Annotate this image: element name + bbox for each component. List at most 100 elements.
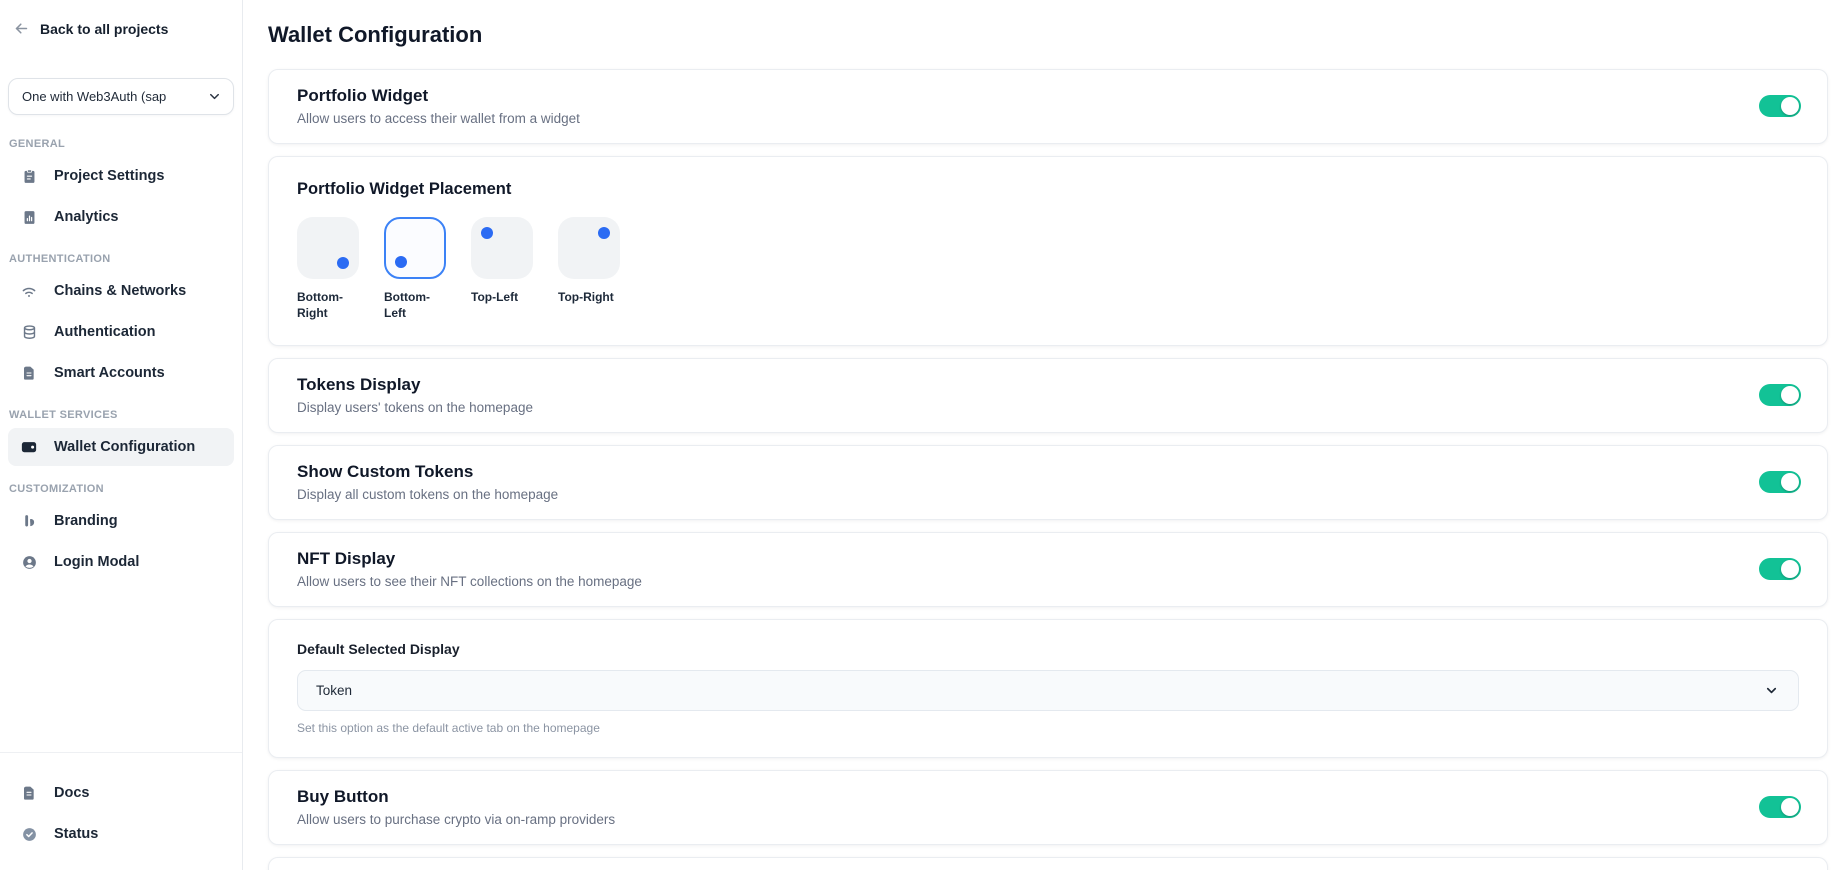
sidebar-item-label: Chains & Networks <box>54 283 186 299</box>
card-description: Allow users to see their NFT collections… <box>297 574 642 589</box>
chevron-down-icon <box>207 89 222 104</box>
sidebar-item-label: Analytics <box>54 209 118 225</box>
sidebar-item-label: Docs <box>54 785 89 801</box>
card-title: Show Custom Tokens <box>297 462 558 482</box>
sidebar-item-label: Authentication <box>54 324 156 340</box>
sidebar-item-docs[interactable]: Docs <box>8 774 234 812</box>
placement-option-top-left[interactable]: Top-Left <box>471 217 535 321</box>
placement-option-bottom-right[interactable]: Bottom-Right <box>297 217 361 321</box>
project-selector[interactable]: One with Web3Auth (sap <box>8 78 234 115</box>
placement-option-label: Top-Right <box>558 289 622 305</box>
placement-preview-top-left <box>471 217 533 279</box>
card-title: Buy Button <box>297 787 615 807</box>
sidebar-item-label: Project Settings <box>54 168 164 184</box>
field-label: Default Selected Display <box>297 641 1799 657</box>
sidebar-item-label: Branding <box>54 513 118 529</box>
brush-icon <box>20 513 38 530</box>
show-custom-tokens-text: Show Custom Tokens Display all custom to… <box>297 462 558 502</box>
sidebar-item-label: Status <box>54 826 98 842</box>
default-display-select[interactable]: Token <box>297 670 1799 711</box>
wallet-icon <box>20 438 38 456</box>
project-selector-value: One with Web3Auth (sap <box>22 89 166 104</box>
sidebar-item-label: Login Modal <box>54 554 139 570</box>
card-description: Allow users to purchase crypto via on-ra… <box>297 812 615 827</box>
sidebar-footer: Docs Status <box>0 753 242 870</box>
nft-display-text: NFT Display Allow users to see their NFT… <box>297 549 642 589</box>
placement-option-top-right[interactable]: Top-Right <box>558 217 622 321</box>
placement-option-label: Bottom-Right <box>297 289 361 321</box>
placement-preview-bottom-left <box>384 217 446 279</box>
card-title: Tokens Display <box>297 375 533 395</box>
sidebar-item-login-modal[interactable]: Login Modal <box>8 543 234 581</box>
placement-option-bottom-left[interactable]: Bottom-Left <box>384 217 448 321</box>
toggle-knob <box>1781 386 1799 404</box>
buy-button-text: Buy Button Allow users to purchase crypt… <box>297 787 615 827</box>
tokens-display-card: Tokens Display Display users' tokens on … <box>268 358 1828 433</box>
sidebar-item-wallet-configuration[interactable]: Wallet Configuration <box>8 428 234 466</box>
wifi-icon <box>20 282 38 300</box>
sidebar-item-status[interactable]: Status <box>8 815 234 853</box>
placement-option-label: Top-Left <box>471 289 535 305</box>
clipped-next-card <box>268 857 1828 870</box>
back-to-projects-link[interactable]: Back to all projects <box>0 0 242 37</box>
main-content: Wallet Configuration Portfolio Widget Al… <box>243 0 1840 870</box>
card-title: Portfolio Widget <box>297 86 580 106</box>
sidebar-spacer <box>0 584 242 752</box>
user-circle-icon <box>20 554 38 571</box>
check-circle-icon <box>20 826 38 843</box>
portfolio-widget-toggle[interactable] <box>1759 95 1801 117</box>
toggle-knob <box>1781 473 1799 491</box>
tokens-display-text: Tokens Display Display users' tokens on … <box>297 375 533 415</box>
placement-options: Bottom-Right Bottom-Left Top-Left Top-Ri… <box>297 217 1799 321</box>
toggle-knob <box>1781 97 1799 115</box>
toggle-knob <box>1781 798 1799 816</box>
placement-dot-icon <box>395 256 407 268</box>
card-description: Allow users to access their wallet from … <box>297 111 580 126</box>
tokens-display-toggle[interactable] <box>1759 384 1801 406</box>
show-custom-tokens-card: Show Custom Tokens Display all custom to… <box>268 445 1828 520</box>
default-selected-display-card: Default Selected Display Token Set this … <box>268 619 1828 758</box>
app-window: Back to all projects One with Web3Auth (… <box>0 0 1840 870</box>
sidebar-item-chains-networks[interactable]: Chains & Networks <box>8 272 234 310</box>
arrow-left-icon <box>13 20 30 37</box>
database-icon <box>20 324 38 341</box>
placement-dot-icon <box>337 257 349 269</box>
nft-display-toggle[interactable] <box>1759 558 1801 580</box>
show-custom-tokens-toggle[interactable] <box>1759 471 1801 493</box>
portfolio-widget-placement-card: Portfolio Widget Placement Bottom-Right … <box>268 156 1828 346</box>
sidebar-item-project-settings[interactable]: Project Settings <box>8 157 234 195</box>
portfolio-widget-card: Portfolio Widget Allow users to access t… <box>268 69 1828 144</box>
file-icon <box>20 365 38 381</box>
card-title: NFT Display <box>297 549 642 569</box>
placement-title: Portfolio Widget Placement <box>297 180 1799 199</box>
buy-button-toggle[interactable] <box>1759 796 1801 818</box>
placement-preview-bottom-right <box>297 217 359 279</box>
placement-dot-icon <box>598 227 610 239</box>
placement-preview-top-right <box>558 217 620 279</box>
document-icon <box>20 785 38 801</box>
sidebar-item-branding[interactable]: Branding <box>8 502 234 540</box>
bar-chart-doc-icon <box>20 209 38 226</box>
card-description: Display users' tokens on the homepage <box>297 400 533 415</box>
chevron-down-icon <box>1764 683 1779 698</box>
select-value: Token <box>316 683 352 698</box>
sidebar: Back to all projects One with Web3Auth (… <box>0 0 243 870</box>
placement-option-label: Bottom-Left <box>384 289 448 321</box>
clipboard-icon <box>20 168 38 185</box>
sidebar-nav: GENERAL Project Settings Analytics AUTHE… <box>0 121 242 584</box>
sidebar-item-label: Wallet Configuration <box>54 439 195 455</box>
back-link-label: Back to all projects <box>40 21 168 37</box>
sidebar-item-label: Smart Accounts <box>54 365 165 381</box>
sidebar-item-authentication[interactable]: Authentication <box>8 313 234 351</box>
placement-dot-icon <box>481 227 493 239</box>
sidebar-item-analytics[interactable]: Analytics <box>8 198 234 236</box>
section-label-general: GENERAL <box>9 138 242 150</box>
card-description: Display all custom tokens on the homepag… <box>297 487 558 502</box>
section-label-authentication: AUTHENTICATION <box>9 253 242 265</box>
buy-button-card: Buy Button Allow users to purchase crypt… <box>268 770 1828 845</box>
portfolio-widget-text: Portfolio Widget Allow users to access t… <box>297 86 580 126</box>
nft-display-card: NFT Display Allow users to see their NFT… <box>268 532 1828 607</box>
field-helper-text: Set this option as the default active ta… <box>297 721 1799 735</box>
section-label-wallet-services: WALLET SERVICES <box>9 409 242 421</box>
sidebar-item-smart-accounts[interactable]: Smart Accounts <box>8 354 234 392</box>
